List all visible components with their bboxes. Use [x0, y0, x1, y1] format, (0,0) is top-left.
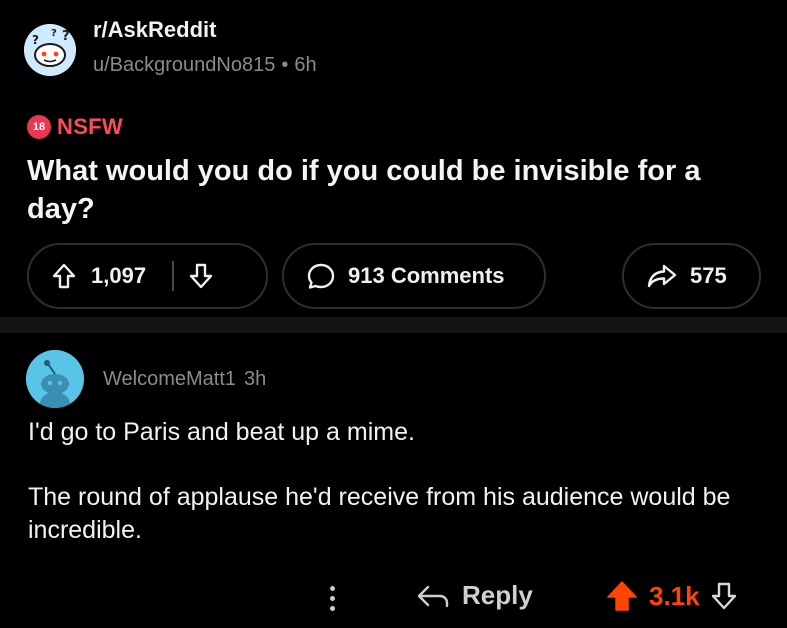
svg-text:?: ? — [32, 33, 39, 47]
comment-upvote-button[interactable] — [605, 579, 639, 613]
section-divider — [0, 317, 787, 333]
more-options-dot — [329, 605, 335, 611]
nsfw-tag: 18 NSFW — [27, 114, 123, 140]
commenter-avatar[interactable] — [26, 350, 84, 408]
upvote-button[interactable] — [51, 262, 77, 290]
comments-button[interactable]: 913 Comments — [282, 243, 546, 309]
post-meta: u/BackgroundNo815 • 6h — [93, 54, 317, 77]
comments-count: 913 Comments — [348, 263, 505, 288]
comment-downvote-button[interactable] — [710, 581, 738, 611]
nsfw-badge-icon: 18 — [27, 115, 51, 139]
more-options-dot — [329, 595, 335, 601]
downvote-button[interactable] — [188, 262, 214, 290]
downvote-icon — [711, 582, 736, 610]
comment-score: 3.1k — [649, 580, 700, 611]
upvote-icon — [52, 263, 76, 289]
post-author[interactable]: u/BackgroundNo815 — [93, 54, 275, 76]
more-options-button[interactable] — [320, 578, 344, 618]
comment-body: I'd go to Paris and beat up a mime. The … — [28, 416, 758, 579]
subreddit-avatar[interactable]: ? ? ? — [24, 24, 76, 76]
snoo-avatar-icon — [26, 350, 84, 408]
comment-author[interactable]: WelcomeMatt1 — [103, 368, 236, 390]
meta-separator: • — [281, 54, 289, 76]
comment-meta: WelcomeMatt1 3h — [103, 368, 266, 391]
upvote-filled-icon — [607, 581, 637, 611]
reply-label: Reply — [462, 580, 533, 610]
reply-arrow-icon — [417, 585, 449, 607]
svg-text:?: ? — [51, 28, 57, 39]
comment-vote-bar: 3.1k — [605, 579, 738, 613]
post-title[interactable]: What would you do if you could be invisi… — [27, 152, 762, 228]
post-score: 1,097 — [91, 263, 147, 288]
comment-bubble-icon — [307, 263, 335, 289]
nsfw-label: NSFW — [57, 114, 123, 139]
post-vote-bar: 1,097 — [27, 243, 268, 309]
subreddit-name[interactable]: r/AskReddit — [93, 17, 216, 43]
svg-text:?: ? — [62, 29, 70, 44]
more-options-icon — [329, 585, 335, 591]
share-button[interactable]: 575 — [622, 243, 761, 309]
reply-button[interactable]: Reply — [416, 580, 533, 611]
vote-divider — [172, 261, 175, 291]
comment-age: 3h — [244, 368, 267, 390]
snoo-question-avatar-icon: ? ? ? — [24, 24, 76, 76]
comment-paragraph: The round of applause he'd receive from … — [28, 483, 731, 544]
share-count: 575 — [690, 263, 727, 288]
downvote-icon — [189, 263, 213, 289]
comment-paragraph: I'd go to Paris and beat up a mime. — [28, 418, 415, 446]
share-arrow-icon — [647, 264, 677, 288]
post-age: 6h — [294, 54, 317, 76]
